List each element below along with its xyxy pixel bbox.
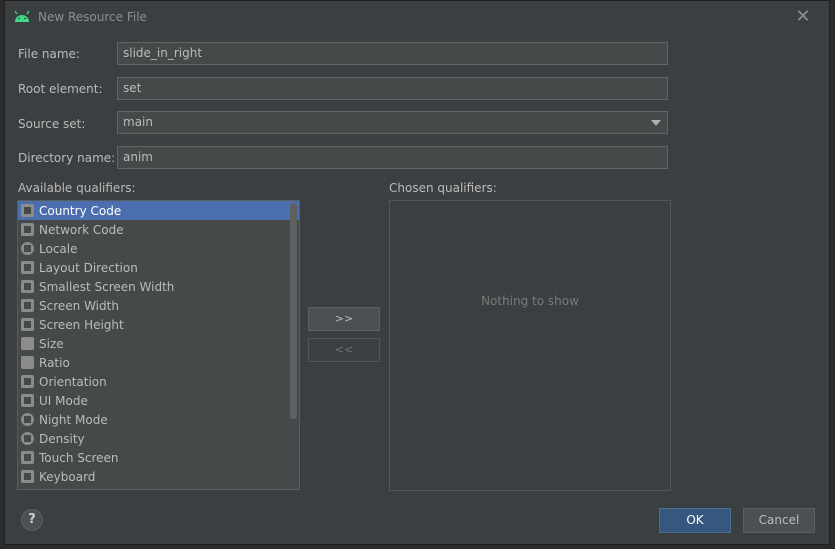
layout-direction-icon [21, 261, 34, 274]
qualifier-item[interactable]: Network Code [18, 220, 299, 239]
file-name-label: File name: [18, 47, 80, 61]
qualifier-label: Locale [39, 241, 78, 256]
root-element-field[interactable]: set [117, 77, 668, 100]
chosen-qualifiers-label: Chosen qualifiers: [389, 181, 497, 195]
title-bar: New Resource File ✕ [5, 1, 829, 33]
qualifier-label: Network Code [39, 222, 124, 237]
source-set-value: main [123, 115, 153, 129]
qualifier-label: Size [39, 336, 64, 351]
qualifier-label: Night Mode [39, 412, 108, 427]
qualifier-item[interactable]: Country Code [18, 201, 299, 220]
available-qualifiers-list[interactable]: Country Code Network Code Locale Layout Dir… [17, 200, 300, 490]
qualifier-item[interactable]: Night Mode [18, 410, 299, 429]
directory-name-label: Directory name: [18, 151, 116, 165]
qualifier-item[interactable]: Ratio [18, 353, 299, 372]
qualifier-label: Smallest Screen Width [39, 279, 175, 294]
qualifier-item[interactable]: Screen Width [18, 296, 299, 315]
smallest-width-icon [21, 280, 34, 293]
qualifier-label: Screen Width [39, 298, 119, 313]
root-element-label: Root element: [18, 82, 103, 96]
size-icon [21, 337, 34, 350]
qualifier-label: UI Mode [39, 393, 88, 408]
country-code-icon [21, 204, 34, 217]
globe-icon [21, 242, 34, 255]
screen-width-icon [21, 299, 34, 312]
qualifier-item[interactable]: Layout Direction [18, 258, 299, 277]
source-set-select[interactable]: main [117, 111, 668, 134]
qualifier-label: Touch Screen [39, 450, 119, 465]
keyboard-icon [21, 470, 34, 483]
orientation-icon [21, 375, 34, 388]
chevron-down-icon[interactable] [651, 120, 661, 126]
night-mode-icon [21, 413, 34, 426]
qualifier-items: Country Code Network Code Locale Layout Dir… [18, 201, 299, 486]
ok-button[interactable]: OK [659, 508, 731, 533]
qualifier-item[interactable]: Touch Screen [18, 448, 299, 467]
list-scrollbar[interactable] [290, 203, 297, 419]
close-button[interactable]: ✕ [793, 7, 813, 27]
qualifier-item[interactable]: Orientation [18, 372, 299, 391]
dialog-title: New Resource File [38, 10, 147, 24]
cancel-button[interactable]: Cancel [743, 508, 815, 533]
qualifier-label: Layout Direction [39, 260, 138, 275]
qualifier-label: Keyboard [39, 469, 96, 484]
remove-qualifier-button[interactable]: << [308, 338, 380, 362]
empty-state-text: Nothing to show [481, 294, 579, 308]
new-resource-file-dialog: New Resource File ✕ File name: slide_in_… [4, 0, 830, 545]
qualifier-item[interactable]: Density [18, 429, 299, 448]
qualifier-item[interactable]: Keyboard [18, 467, 299, 486]
ui-mode-icon [21, 394, 34, 407]
qualifier-label: Ratio [39, 355, 70, 370]
qualifier-item[interactable]: UI Mode [18, 391, 299, 410]
qualifier-label: Density [39, 431, 85, 446]
ratio-icon [21, 356, 34, 369]
qualifier-item[interactable]: Screen Height [18, 315, 299, 334]
qualifier-label: Country Code [39, 203, 122, 218]
qualifier-label: Screen Height [39, 317, 124, 332]
qualifier-item[interactable]: Size [18, 334, 299, 353]
qualifier-label: Orientation [39, 374, 107, 389]
density-icon [21, 432, 34, 445]
close-icon: ✕ [795, 6, 811, 27]
available-qualifiers-label: Available qualifiers: [18, 181, 136, 195]
chosen-qualifiers-panel: Nothing to show [389, 200, 671, 491]
help-button[interactable]: ? [21, 509, 43, 531]
screen-height-icon [21, 318, 34, 331]
qualifier-item[interactable]: Smallest Screen Width [18, 277, 299, 296]
add-qualifier-button[interactable]: >> [308, 307, 380, 331]
source-set-label: Source set: [18, 117, 86, 131]
touch-screen-icon [21, 451, 34, 464]
android-icon [14, 10, 30, 22]
file-name-field[interactable]: slide_in_right [117, 42, 668, 65]
network-code-icon [21, 223, 34, 236]
directory-name-field[interactable]: anim [117, 146, 668, 169]
qualifier-item[interactable]: Locale [18, 239, 299, 258]
